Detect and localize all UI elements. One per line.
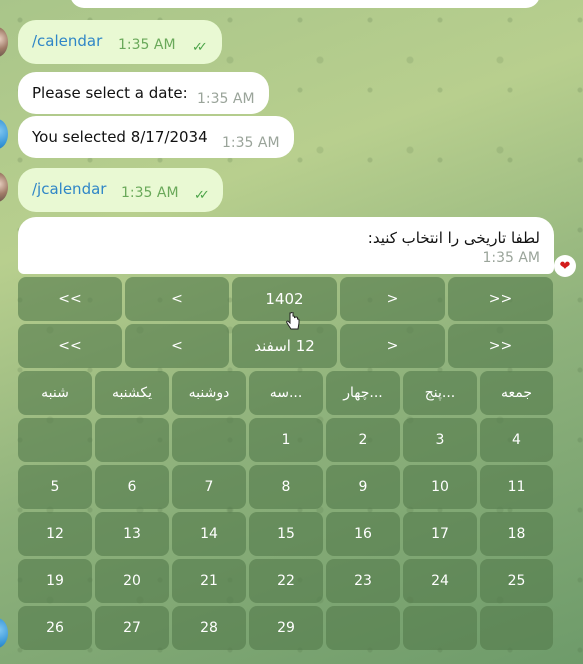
weekday-header[interactable]: سه... <box>249 371 323 415</box>
day-button[interactable]: 21 <box>172 559 246 603</box>
day-button[interactable]: 28 <box>172 606 246 650</box>
message-time: 1:35 AM <box>121 185 179 201</box>
read-check-icon: ✓✓ <box>192 40 208 55</box>
keyboard-button-next-next-month[interactable]: >> <box>448 324 553 368</box>
day-button[interactable]: 3 <box>403 418 477 462</box>
day-button[interactable]: 12 <box>18 512 92 556</box>
previous-message-edge <box>70 0 540 8</box>
keyboard-button-year[interactable]: 1402 <box>232 277 337 321</box>
keyboard-button-month[interactable]: 12 اسفند <box>232 324 337 368</box>
message-outgoing[interactable]: /jcalendar 1:35 AM ✓✓ <box>18 168 223 212</box>
message-incoming[interactable]: Please select a date: 1:35 AM <box>18 72 269 114</box>
day-button[interactable]: 23 <box>326 559 400 603</box>
message-text: Please select a date: <box>32 84 188 102</box>
weekday-header[interactable]: شنبه <box>18 371 92 415</box>
message-time: 1:35 AM <box>118 37 176 53</box>
day-button[interactable]: 1 <box>249 418 323 462</box>
message-incoming-rtl[interactable]: لطفا تاریخی را انتخاب کنید: 1:35 AM <box>18 217 554 274</box>
day-button[interactable]: 16 <box>326 512 400 556</box>
day-button[interactable]: 14 <box>172 512 246 556</box>
day-button[interactable]: 29 <box>249 606 323 650</box>
day-button[interactable]: 26 <box>18 606 92 650</box>
message-time: 1:35 AM <box>197 91 255 107</box>
day-button[interactable]: 5 <box>18 465 92 509</box>
message-incoming[interactable]: You selected 8/17/2034 1:35 AM <box>18 116 294 158</box>
keyboard-button-prev-prev-year[interactable]: << <box>18 277 122 321</box>
day-button[interactable]: 20 <box>95 559 169 603</box>
message-text: /calendar <box>32 32 103 50</box>
heart-reaction-icon[interactable]: ❤ <box>554 255 576 277</box>
day-button[interactable]: 18 <box>480 512 553 556</box>
day-button[interactable]: 6 <box>95 465 169 509</box>
day-button-empty[interactable] <box>326 606 400 650</box>
message-text: You selected 8/17/2034 <box>32 128 208 146</box>
keyboard-button-prev-month[interactable]: < <box>125 324 229 368</box>
weekday-header[interactable]: دوشنبه <box>172 371 246 415</box>
day-button[interactable]: 27 <box>95 606 169 650</box>
day-button[interactable]: 7 <box>172 465 246 509</box>
day-button[interactable]: 22 <box>249 559 323 603</box>
day-button[interactable]: 24 <box>403 559 477 603</box>
day-button-empty[interactable] <box>18 418 92 462</box>
read-check-icon: ✓✓ <box>194 188 210 203</box>
day-button[interactable]: 9 <box>326 465 400 509</box>
day-button-empty[interactable] <box>172 418 246 462</box>
keyboard-button-prev-year[interactable]: < <box>125 277 229 321</box>
day-button[interactable]: 15 <box>249 512 323 556</box>
day-button-empty[interactable] <box>95 418 169 462</box>
keyboard-button-next-year[interactable]: > <box>340 277 445 321</box>
day-button[interactable]: 25 <box>480 559 553 603</box>
message-time: 1:35 AM <box>482 250 540 266</box>
day-button-empty[interactable] <box>480 606 553 650</box>
weekday-header[interactable]: چهار... <box>326 371 400 415</box>
message-time: 1:35 AM <box>222 135 280 151</box>
day-button[interactable]: 17 <box>403 512 477 556</box>
keyboard-button-prev-prev-month[interactable]: << <box>18 324 122 368</box>
message-text: لطفا تاریخی را انتخاب کنید: <box>367 229 540 247</box>
message-text: /jcalendar <box>32 180 107 198</box>
keyboard-button-next-month[interactable]: > <box>340 324 445 368</box>
day-button[interactable]: 4 <box>480 418 553 462</box>
message-outgoing[interactable]: /calendar 1:35 AM ✓✓ <box>18 20 222 64</box>
day-button[interactable]: 8 <box>249 465 323 509</box>
weekday-header[interactable]: جمعه <box>480 371 553 415</box>
keyboard-button-next-next-year[interactable]: >> <box>448 277 553 321</box>
weekday-header[interactable]: یکشنبه <box>95 371 169 415</box>
weekday-header[interactable]: پنج... <box>403 371 477 415</box>
day-button[interactable]: 2 <box>326 418 400 462</box>
day-button[interactable]: 19 <box>18 559 92 603</box>
hand-cursor-icon <box>286 312 300 330</box>
day-button[interactable]: 10 <box>403 465 477 509</box>
day-button[interactable]: 11 <box>480 465 553 509</box>
day-button-empty[interactable] <box>403 606 477 650</box>
day-button[interactable]: 13 <box>95 512 169 556</box>
